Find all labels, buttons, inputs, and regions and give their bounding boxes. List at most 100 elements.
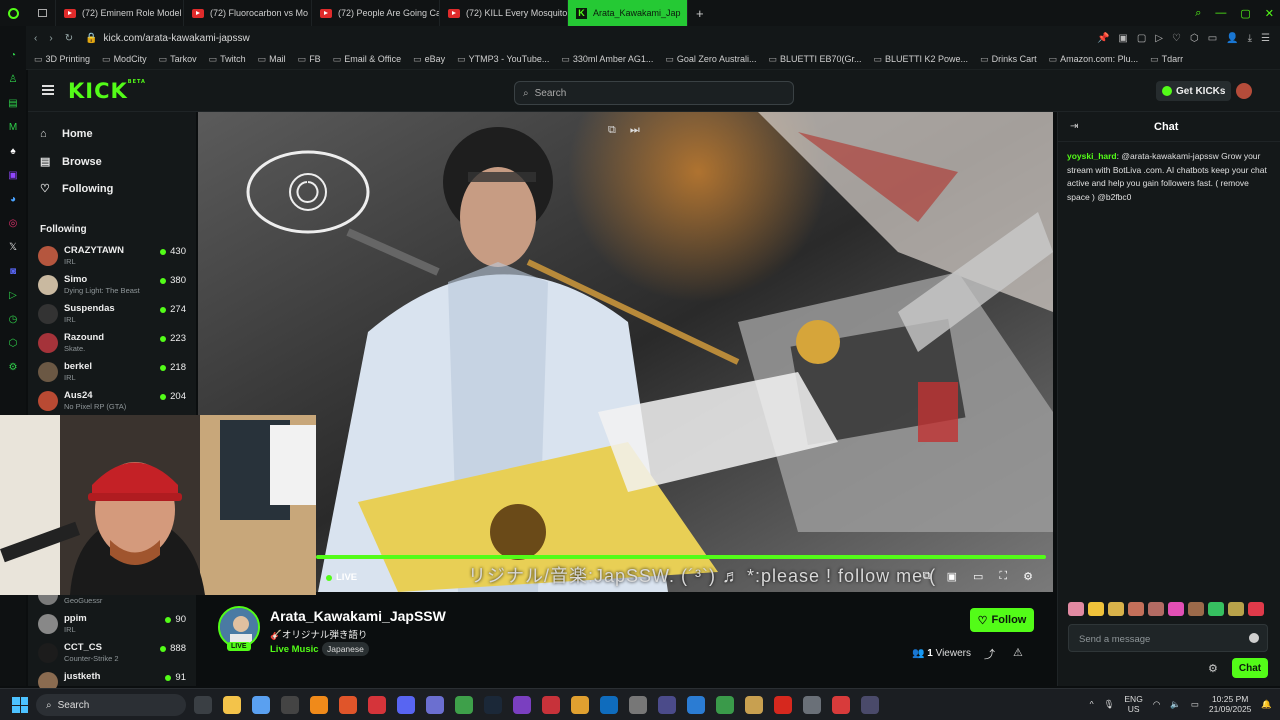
history-icon[interactable]: ◷: [6, 312, 20, 326]
theater-icon[interactable]: ▭: [973, 570, 983, 583]
get-kicks-button[interactable]: Get KICKs: [1156, 81, 1232, 101]
settings-sidebar-icon[interactable]: ⚙: [6, 360, 20, 374]
app-icon[interactable]: [629, 696, 647, 714]
workspaces-icon[interactable]: [30, 0, 56, 26]
twitch-sidebar-icon[interactable]: ▣: [6, 168, 20, 182]
chat-input[interactable]: Send a message: [1068, 624, 1268, 652]
browser-tab[interactable]: (72) People Are Going Ca: [312, 0, 440, 26]
emote-icon[interactable]: [1068, 602, 1084, 616]
discord-icon[interactable]: ◙: [6, 264, 20, 278]
play-icon[interactable]: ▷: [1155, 33, 1163, 44]
ai-icon[interactable]: ♙: [6, 72, 20, 86]
app-icon[interactable]: [658, 696, 676, 714]
file-explorer-icon[interactable]: [223, 696, 241, 714]
back-icon[interactable]: ‹: [34, 33, 37, 44]
extensions-sidebar-icon[interactable]: ⬡: [6, 336, 20, 350]
hamburger-menu-icon[interactable]: [42, 85, 54, 87]
browser-tab-active[interactable]: K Arata_Kawakami_Jap: [568, 0, 688, 26]
emote-icon[interactable]: [1188, 602, 1204, 616]
share-icon[interactable]: ⤴: [984, 646, 995, 662]
emote-icon[interactable]: [1108, 602, 1124, 616]
heart-icon[interactable]: ♡: [1172, 33, 1181, 44]
bookmark-item[interactable]: ▭ Email & Office: [333, 54, 401, 65]
bookmark-item[interactable]: ▭ YTMP3 - YouTube...: [457, 54, 549, 65]
messenger-sidebar-icon[interactable]: ◕: [6, 192, 20, 206]
battery-icon[interactable]: ▭: [1191, 699, 1199, 709]
menu-icon[interactable]: ☰: [1261, 33, 1270, 44]
bookmark-item[interactable]: ▭ Tdarr: [1150, 54, 1183, 65]
bookmark-item[interactable]: ▭ Mail: [258, 54, 286, 65]
follow-button[interactable]: ♡ Follow: [970, 608, 1034, 632]
emote-icon[interactable]: [1248, 602, 1264, 616]
clip-icon[interactable]: ⧉: [608, 124, 616, 137]
x-icon[interactable]: 𝕏: [6, 240, 20, 254]
maximize-icon[interactable]: ▢: [1240, 7, 1250, 20]
bookmark-item[interactable]: ▭ Tarkov: [159, 54, 197, 65]
bookmark-item[interactable]: ▭ BLUETTI K2 Powe...: [874, 54, 969, 65]
speed-dial-icon[interactable]: ◔: [6, 48, 20, 62]
bookmark-item[interactable]: ▭ 330ml Amber AG1...: [561, 54, 653, 65]
mic-icon[interactable]: 🎙: [1104, 699, 1115, 709]
chat-username[interactable]: yoyski_hard: [1067, 151, 1117, 161]
snapshot-icon[interactable]: ▣: [1118, 33, 1127, 44]
streamer-name[interactable]: Arata_Kawakami_JapSSW: [270, 608, 446, 624]
following-channel[interactable]: ppim IRL 90: [38, 611, 192, 639]
taskbar-search[interactable]: ⌕ Search: [36, 694, 186, 716]
forward-icon[interactable]: ›: [49, 33, 52, 44]
settings-icon[interactable]: [803, 696, 821, 714]
search-input[interactable]: ⌕ Search: [514, 81, 794, 105]
bookmark-item[interactable]: ▭ 3D Printing: [34, 54, 90, 65]
vivaldi-icon[interactable]: [368, 696, 386, 714]
pip-icon[interactable]: ⧉: [923, 570, 931, 583]
skip-icon[interactable]: ⏭: [630, 124, 640, 137]
task-view-icon[interactable]: [194, 696, 212, 714]
emote-icon[interactable]: [1208, 602, 1224, 616]
nav-home[interactable]: ⌂ Home: [40, 128, 93, 140]
following-channel[interactable]: Simo Dying Light: The Beast 380: [38, 272, 192, 300]
wifi-icon[interactable]: ◠: [1153, 699, 1160, 709]
start-icon[interactable]: [12, 697, 28, 713]
app-icon[interactable]: [687, 696, 705, 714]
instagram-icon[interactable]: ◎: [6, 216, 20, 230]
url-field[interactable]: kick.com/arata-kawakami-japssw: [104, 33, 250, 44]
clock[interactable]: 10:25 PM 21/09/2025: [1209, 694, 1252, 714]
bookmark-item[interactable]: ▭ FB: [298, 54, 321, 65]
app-icon[interactable]: [426, 696, 444, 714]
clip-button-icon[interactable]: ▣: [947, 570, 957, 583]
app-icon[interactable]: [745, 696, 763, 714]
chat-settings-icon[interactable]: ⚙: [1208, 662, 1218, 675]
bookmark-item[interactable]: ▭ Amazon.com: Plu...: [1049, 54, 1139, 65]
following-channel[interactable]: Suspendas IRL 274: [38, 301, 192, 329]
language-indicator[interactable]: ENG US: [1124, 694, 1142, 714]
copilot-icon[interactable]: [252, 696, 270, 714]
app-icon[interactable]: [281, 696, 299, 714]
bookmark-item[interactable]: ▭ Goal Zero Australi...: [665, 54, 756, 65]
stream-tag[interactable]: Japanese: [322, 642, 369, 656]
app-icon[interactable]: [542, 696, 560, 714]
app-icon[interactable]: [716, 696, 734, 714]
reload-icon[interactable]: ↻: [65, 33, 73, 44]
nav-following[interactable]: ♡ Following: [40, 182, 113, 196]
following-channel[interactable]: Razound Skate. 223: [38, 330, 192, 358]
vlc-icon[interactable]: [310, 696, 328, 714]
send-chat-button[interactable]: Chat: [1232, 658, 1268, 678]
emote-icon[interactable]: [1228, 602, 1244, 616]
emote-icon[interactable]: [1128, 602, 1144, 616]
app-icon[interactable]: [832, 696, 850, 714]
emote-icon[interactable]: [1168, 602, 1184, 616]
search-tabs-icon[interactable]: ⌕: [1195, 7, 1201, 20]
steam-icon[interactable]: [484, 696, 502, 714]
profile-icon[interactable]: 👤: [1226, 33, 1238, 44]
emote-icon[interactable]: [1088, 602, 1104, 616]
kick-logo[interactable]: KICKBETA: [68, 79, 146, 103]
progress-bar[interactable]: [316, 555, 1046, 559]
minimize-icon[interactable]: —: [1215, 7, 1226, 19]
pin-icon[interactable]: 📌: [1097, 33, 1109, 44]
browser-menu-icon[interactable]: [0, 0, 30, 26]
video-player[interactable]: ⧉ ⏭ LIVE リジナル/音楽:JapSSW. (´³`) ♬ *:pleas…: [198, 112, 1053, 592]
kick-sidebar-icon[interactable]: ♠: [6, 144, 20, 158]
notifications-icon[interactable]: 🔔: [1261, 699, 1272, 709]
bookmark-item[interactable]: ▭ Twitch: [209, 54, 246, 65]
messenger-icon[interactable]: ▤: [6, 96, 20, 110]
emote-icon[interactable]: [1148, 602, 1164, 616]
